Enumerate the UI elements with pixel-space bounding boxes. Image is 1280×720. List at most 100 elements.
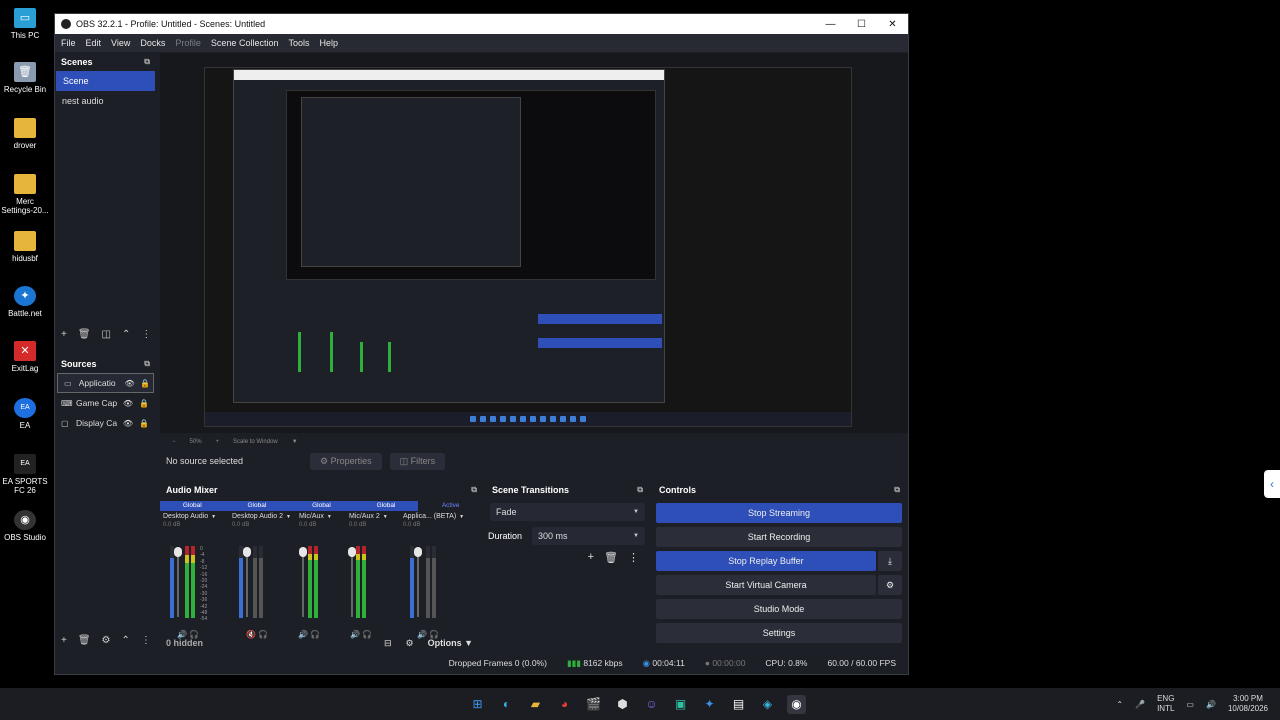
start-virtual-camera-button[interactable]: Start Virtual Camera — [656, 575, 876, 595]
properties-button[interactable]: ⚙ Properties — [310, 452, 382, 470]
filter-icon[interactable]: ◫ — [102, 329, 111, 340]
chevron-up-icon[interactable]: ⌃ — [1116, 700, 1123, 709]
windows-start-icon[interactable]: ⊞ — [468, 695, 487, 714]
source-item[interactable]: ▢ Display Ca 👁 🔒 — [55, 413, 156, 433]
obs-taskbar-icon[interactable]: ◉ — [787, 694, 806, 714]
mixer-options-button[interactable]: Options ▼ — [428, 638, 473, 648]
layout-icon[interactable]: ⊟ — [384, 638, 392, 649]
zoom-in-icon[interactable]: + — [216, 439, 220, 445]
desktop-icon-recycle-bin[interactable]: 🗑 Recycle Bin — [0, 62, 50, 95]
start-recording-button[interactable]: Start Recording — [656, 527, 902, 547]
network-icon[interactable]: ▭ — [1186, 700, 1194, 709]
desktop-icon-hidusbf[interactable]: hidusbf — [0, 231, 50, 264]
more-icon[interactable]: ⋮ — [141, 635, 151, 646]
desktop-icon-ea[interactable]: EA EA — [0, 398, 50, 431]
battlenet-icon[interactable]: ✦ — [700, 695, 719, 714]
menu-docks[interactable]: Docks — [140, 38, 165, 48]
desktop-icon-exitlag[interactable]: ✕ ExitLag — [0, 341, 50, 374]
volume-slider[interactable] — [299, 547, 307, 617]
scale-mode-select[interactable]: Scale to Window — [233, 439, 278, 445]
discord-icon[interactable]: ☺ — [642, 695, 661, 714]
maximize-button[interactable]: ☐ — [846, 19, 877, 30]
trash-icon[interactable]: 🗑 — [604, 551, 618, 564]
undock-icon[interactable]: ⧉ — [144, 359, 150, 369]
zoom-out-icon[interactable]: − — [172, 439, 176, 445]
transition-select[interactable]: Fade — [490, 503, 645, 521]
studio-mode-button[interactable]: Studio Mode — [656, 599, 902, 619]
desktop-icon-battlenet[interactable]: ✦ Battle.net — [0, 286, 50, 319]
chrome-icon[interactable]: ◕ — [555, 695, 574, 714]
virtual-camera-gear-icon[interactable]: ⚙ — [878, 575, 902, 595]
app-icon[interactable]: ⬢ — [613, 695, 632, 714]
add-icon[interactable]: + — [588, 551, 594, 564]
lock-icon[interactable]: 🔒 — [136, 399, 152, 408]
chevron-up-icon[interactable]: ⌃ — [122, 329, 130, 340]
channel-name[interactable]: Mic/Aux 2 — [346, 511, 400, 522]
undock-icon[interactable]: ⧉ — [894, 485, 900, 495]
eye-icon[interactable]: 👁 — [120, 399, 136, 408]
volume-slider[interactable] — [348, 547, 356, 617]
minimize-button[interactable]: — — [815, 19, 846, 30]
terminal-icon[interactable]: ▣ — [671, 695, 690, 714]
volume-icon[interactable]: 🔊 — [1206, 700, 1216, 709]
microphone-icon[interactable]: 🎤 — [1135, 700, 1145, 709]
trash-icon[interactable]: 🗑 — [78, 329, 91, 340]
undock-icon[interactable]: ⧉ — [637, 485, 643, 495]
volume-slider[interactable] — [174, 547, 182, 617]
lock-icon[interactable]: 🔒 — [136, 419, 152, 428]
duration-input[interactable]: 300 ms — [532, 527, 645, 545]
eye-icon[interactable]: 👁 — [122, 379, 138, 388]
channel-name[interactable]: Applica... (BETA) — [400, 511, 483, 522]
ea-fc-icon[interactable]: ▤ — [729, 695, 748, 714]
source-item[interactable]: ▭ Applicatio 👁 🔒 — [57, 373, 154, 393]
menu-scene-collection[interactable]: Scene Collection — [211, 38, 279, 48]
clock[interactable]: 3:00 PM 10/08/2026 — [1228, 694, 1268, 713]
trash-icon[interactable]: 🗑 — [78, 635, 91, 646]
gear-icon[interactable]: ⚙ — [406, 638, 414, 649]
clapper-icon[interactable]: 🎬 — [584, 695, 603, 714]
menu-edit[interactable]: Edit — [86, 38, 102, 48]
desktop-icon-drover[interactable]: drover — [0, 118, 50, 151]
menu-file[interactable]: File — [61, 38, 76, 48]
stop-streaming-button[interactable]: Stop Streaming — [656, 503, 902, 523]
more-icon[interactable]: ⋮ — [141, 329, 151, 340]
menu-help[interactable]: Help — [319, 38, 338, 48]
desktop-icon-merc-settings[interactable]: Merc Settings-20... — [0, 174, 50, 216]
scene-item[interactable]: Scene — [56, 71, 155, 91]
desktop-icon-ea-fc26[interactable]: EA EA SPORTS FC 26 — [0, 454, 50, 496]
add-icon[interactable]: + — [61, 635, 67, 646]
title-bar[interactable]: OBS 32.2.1 - Profile: Untitled - Scenes:… — [55, 14, 908, 34]
channel-name[interactable]: Mic/Aux — [296, 511, 346, 522]
lock-icon[interactable]: 🔒 — [137, 379, 153, 388]
source-item[interactable]: ⌨ Game Cap 👁 🔒 — [55, 393, 156, 413]
edge-icon[interactable]: ◐ — [497, 695, 516, 714]
chevron-down-icon[interactable]: ▼ — [292, 439, 298, 445]
eye-icon[interactable]: 👁 — [120, 419, 136, 428]
more-icon[interactable]: ⋮ — [628, 551, 639, 564]
scene-item[interactable]: nest audio — [55, 91, 156, 111]
undock-icon[interactable]: ⧉ — [471, 485, 477, 495]
chevron-up-icon[interactable]: ⌃ — [122, 635, 130, 646]
gear-icon[interactable]: ⚙ — [102, 635, 111, 646]
menu-profile[interactable]: Profile — [175, 38, 201, 48]
preview-canvas[interactable] — [160, 53, 908, 433]
network-app-icon[interactable]: ◈ — [758, 695, 777, 714]
language-indicator[interactable]: ENG INTL — [1157, 694, 1174, 713]
stop-replay-buffer-button[interactable]: Stop Replay Buffer — [656, 551, 876, 571]
menu-view[interactable]: View — [111, 38, 130, 48]
volume-slider[interactable] — [414, 547, 422, 617]
side-panel-handle[interactable]: ‹ — [1264, 470, 1280, 498]
add-icon[interactable]: + — [61, 329, 67, 340]
settings-button[interactable]: Settings — [656, 623, 902, 643]
desktop-icon-this-pc[interactable]: ▭ This PC — [0, 8, 50, 41]
menu-tools[interactable]: Tools — [288, 38, 309, 48]
close-button[interactable]: ✕ — [877, 19, 908, 30]
filters-button[interactable]: ◫ Filters — [389, 452, 446, 470]
channel-name[interactable]: Desktop Audio — [160, 511, 229, 522]
save-replay-download-icon[interactable]: ⤓ — [878, 551, 902, 571]
file-explorer-icon[interactable]: ▰ — [526, 695, 545, 714]
undock-icon[interactable]: ⧉ — [144, 57, 150, 67]
volume-slider[interactable] — [243, 547, 251, 617]
channel-name[interactable]: Desktop Audio 2 — [229, 511, 296, 522]
desktop-icon-obs[interactable]: ◉ OBS Studio — [0, 510, 50, 543]
